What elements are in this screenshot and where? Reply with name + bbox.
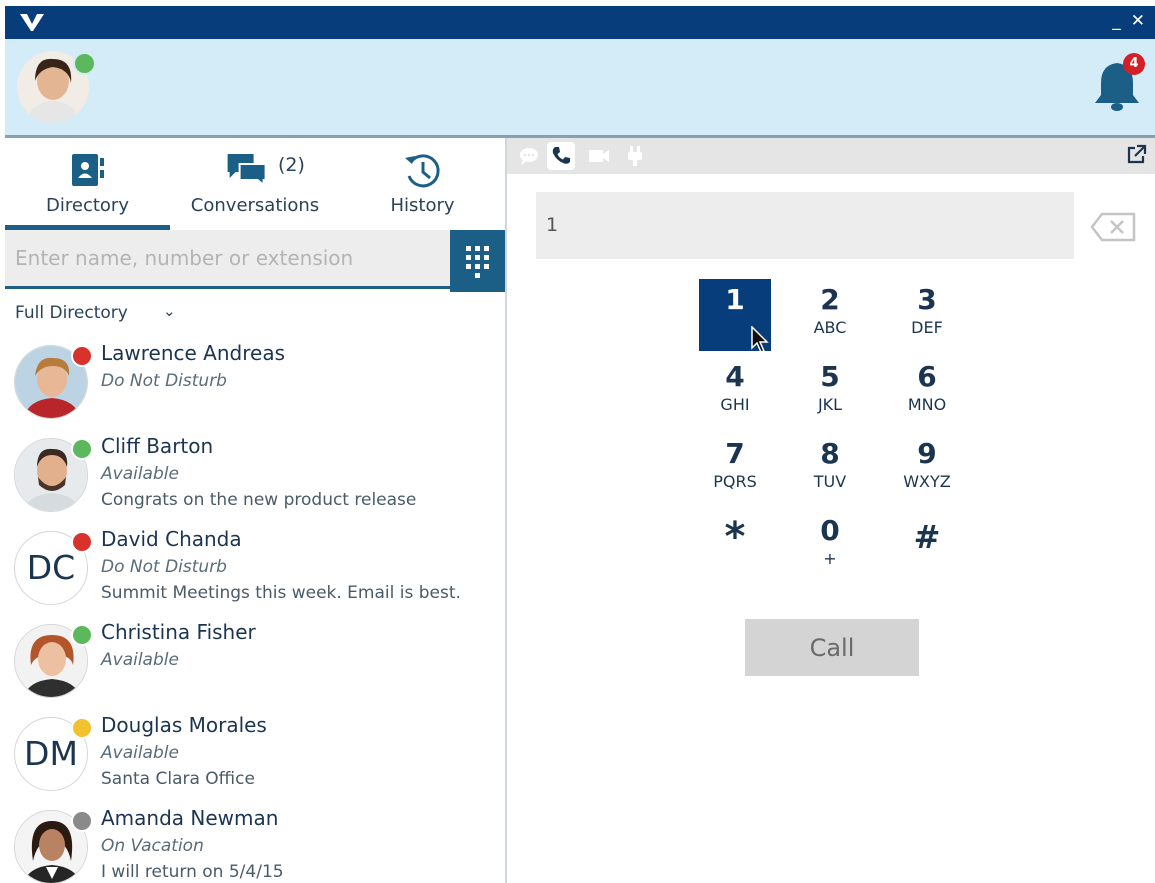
contact-status-text: Do Not Disturb <box>101 557 227 577</box>
contact-name: David Chanda <box>101 527 242 551</box>
contact-status-text: On Vacation <box>101 836 204 856</box>
contact-item[interactable]: Christina Fisher Available <box>5 612 505 705</box>
phone-mode-tab[interactable] <box>547 142 575 170</box>
mouse-cursor-icon <box>751 326 769 353</box>
contact-item[interactable]: Lawrence Andreas Do Not Disturb <box>5 333 505 426</box>
directory-icon <box>71 154 104 186</box>
key-digit: 6 <box>917 360 937 393</box>
chevron-down-icon[interactable]: ⌄ <box>163 302 176 320</box>
right-panel: 1 1 2 ABC 3 DEF 4 GHI 5 JKL 6 MNO 7 PQRS… <box>507 138 1155 883</box>
directory-filter-select[interactable]: Full Directory <box>15 303 128 323</box>
key-letters: + <box>823 549 837 568</box>
key-digit: 5 <box>820 360 840 393</box>
key-6[interactable]: 6 MNO <box>891 356 963 428</box>
contact-item[interactable]: Amanda Newman On Vacation I will return … <box>5 798 505 883</box>
key-letters: PQRS <box>713 472 757 491</box>
tab-history[interactable]: History <box>340 138 505 230</box>
tab-bar: Directory (2) Conversations History <box>5 138 505 230</box>
contact-name: Cliff Barton <box>101 434 214 458</box>
conversations-icon <box>227 154 267 186</box>
my-status-available-icon[interactable] <box>73 52 96 75</box>
key-letters: MNO <box>907 395 947 414</box>
key-digit: 8 <box>820 437 840 470</box>
dialed-number-field[interactable]: 1 <box>536 192 1074 259</box>
video-mode-icon[interactable] <box>587 144 611 168</box>
contact-status-text: Available <box>101 743 179 763</box>
dnd-status-icon <box>71 345 93 367</box>
key-letters: WXYZ <box>903 472 951 491</box>
close-button[interactable]: ✕ <box>1131 10 1145 32</box>
contact-name: Lawrence Andreas <box>101 341 285 365</box>
contact-note: Santa Clara Office <box>101 769 255 789</box>
tab-directory[interactable]: Directory <box>5 138 170 230</box>
chat-mode-icon[interactable] <box>517 144 541 168</box>
contact-name: Christina Fisher <box>101 620 256 644</box>
key-digit: 0 <box>820 514 840 547</box>
contact-item[interactable]: Cliff Barton Available Congrats on the n… <box>5 426 505 519</box>
key-4[interactable]: 4 GHI <box>699 356 771 428</box>
contact-note: Summit Meetings this week. Email is best… <box>101 583 461 603</box>
key-digit: # <box>913 518 941 556</box>
key-8[interactable]: 8 TUV <box>794 433 866 505</box>
on-call-status-icon <box>71 624 93 646</box>
key-digit: 7 <box>725 437 745 470</box>
key-digit: * <box>724 514 746 560</box>
contact-status-text: Available <box>101 650 179 670</box>
key-2[interactable]: 2 ABC <box>794 279 866 351</box>
key-letters: ABC <box>813 318 847 337</box>
key-3[interactable]: 3 DEF <box>891 279 963 351</box>
available-status-icon <box>71 438 93 460</box>
key-digit: 9 <box>917 437 937 470</box>
mode-bar <box>507 138 1155 174</box>
tab-directory-label: Directory <box>46 195 129 216</box>
tab-conversations-label: Conversations <box>190 195 320 216</box>
dialpad-toggle-button[interactable] <box>450 230 505 292</box>
popout-window-icon[interactable] <box>1125 144 1147 166</box>
left-panel: Directory (2) Conversations History Ente… <box>5 138 507 883</box>
history-clock-icon <box>404 154 440 188</box>
contact-status-text: Available <box>101 464 179 484</box>
away-status-icon <box>71 717 93 739</box>
key-hash[interactable]: # <box>891 510 963 582</box>
key-7[interactable]: 7 PQRS <box>699 433 771 505</box>
minimize-button[interactable]: _ <box>1112 10 1121 32</box>
key-9[interactable]: 9 WXYZ <box>891 433 963 505</box>
key-letters: GHI <box>720 395 750 414</box>
user-header: 4 <box>5 39 1155 138</box>
vacation-plane-icon <box>71 810 93 832</box>
plug-mode-icon[interactable] <box>623 144 647 168</box>
key-digit: 2 <box>820 283 840 316</box>
contact-status-text: Do Not Disturb <box>101 371 227 391</box>
busy-status-icon <box>71 531 93 553</box>
tab-history-label: History <box>390 195 455 216</box>
contact-note: I will return on 5/4/15 <box>101 862 284 882</box>
notifications-count-badge: 4 <box>1123 53 1145 75</box>
phone-icon <box>552 147 570 164</box>
key-digit: 3 <box>917 283 937 316</box>
search-input[interactable] <box>5 230 450 289</box>
key-letters: JKL <box>817 395 843 414</box>
conversations-count: (2) <box>278 154 305 176</box>
backspace-icon[interactable] <box>1090 212 1138 242</box>
contact-name: Douglas Morales <box>101 713 267 737</box>
contact-name: Amanda Newman <box>101 806 279 830</box>
key-star[interactable]: * <box>699 510 771 582</box>
contact-item[interactable]: DC David Chanda Do Not Disturb Summit Me… <box>5 519 505 612</box>
title-bar: _ ✕ <box>5 6 1155 39</box>
contact-note: Congrats on the new product release <box>101 490 417 510</box>
key-letters: DEF <box>911 318 943 337</box>
call-button[interactable]: Call <box>745 619 919 676</box>
tab-conversations[interactable]: (2) Conversations <box>170 138 340 230</box>
key-letters: TUV <box>813 472 847 491</box>
key-5[interactable]: 5 JKL <box>794 356 866 428</box>
key-digit: 1 <box>725 283 745 316</box>
search-row <box>5 230 505 292</box>
contact-item[interactable]: DM Douglas Morales Available Santa Clara… <box>5 705 505 798</box>
key-0[interactable]: 0 + <box>794 510 866 582</box>
key-digit: 4 <box>725 360 745 393</box>
app-logo-icon <box>20 14 44 31</box>
dialpad-grid-icon <box>466 246 489 278</box>
